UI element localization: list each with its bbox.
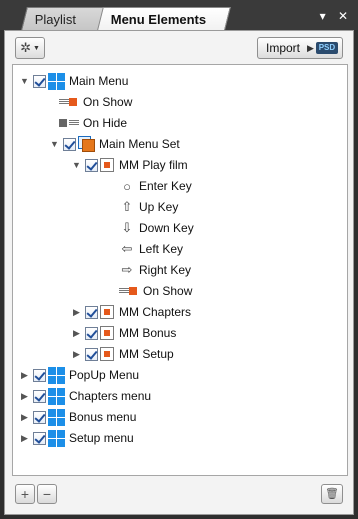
expanded-arrow-icon[interactable]: ▼ xyxy=(71,160,82,170)
tree-item-label: Right Key xyxy=(139,263,192,277)
tree-item-mm-setup[interactable]: ▶ MM Setup xyxy=(71,344,174,364)
collapsed-arrow-icon[interactable]: ▶ xyxy=(19,412,30,423)
tree-item-label: MM Setup xyxy=(119,347,174,361)
add-button[interactable]: + xyxy=(15,484,35,504)
menu-icon xyxy=(48,366,65,384)
button-icon xyxy=(100,305,114,319)
tree-item-label: Enter Key xyxy=(139,179,192,193)
collapsed-arrow-icon[interactable]: ▶ xyxy=(71,307,82,318)
menu-tree[interactable]: ▼ Main Menu On Show On Hide ▼ Main Menu … xyxy=(12,64,348,476)
chevron-down-icon: ▼ xyxy=(32,44,40,52)
close-icon[interactable]: ✕ xyxy=(338,9,348,23)
arrow-up-icon: ⇧ xyxy=(121,199,133,214)
tree-item-label: On Show xyxy=(143,284,193,298)
tab-playlist-label: Playlist xyxy=(34,12,76,27)
tree-item-mm-bonus[interactable]: ▶ MM Bonus xyxy=(71,323,176,343)
tree-item-label: Bonus menu xyxy=(69,410,137,424)
tree-item-label: Setup menu xyxy=(69,431,134,445)
tree-item-chapters-menu[interactable]: ▶ Chapters menu xyxy=(19,386,151,406)
checkbox[interactable] xyxy=(33,389,46,403)
tree-item-label: MM Chapters xyxy=(119,305,192,319)
button-icon xyxy=(100,347,114,361)
tree-item-bonus-menu[interactable]: ▶ Bonus menu xyxy=(19,407,136,427)
checkbox[interactable] xyxy=(33,368,46,382)
checkbox[interactable] xyxy=(33,410,46,424)
arrow-right-icon: ⇨ xyxy=(121,262,133,277)
menu-icon xyxy=(48,387,65,405)
on-hide-icon xyxy=(59,119,79,127)
tree-item-main-menu[interactable]: ▼ Main Menu xyxy=(19,71,128,91)
circle-icon: ○ xyxy=(123,178,131,194)
tab-menu-elements[interactable]: Menu Elements xyxy=(97,7,231,30)
tree-item-label: MM Bonus xyxy=(119,326,177,340)
import-label: Import xyxy=(266,41,301,55)
tree-item-on-show-2[interactable]: On Show xyxy=(119,281,192,301)
checkbox[interactable] xyxy=(33,431,46,445)
arrow-left-icon: ⇦ xyxy=(121,241,133,256)
tree-item-label: Main Menu Set xyxy=(99,137,180,151)
tree-item-label: Down Key xyxy=(139,221,194,235)
menu-icon xyxy=(48,72,65,90)
chevron-down-icon[interactable]: ▾ xyxy=(320,9,326,23)
checkbox[interactable] xyxy=(85,326,98,340)
collapsed-arrow-icon[interactable]: ▶ xyxy=(71,349,82,360)
tree-item-main-menu-set[interactable]: ▼ Main Menu Set xyxy=(49,134,180,154)
tree-item-right-key[interactable]: ⇨ Right Key xyxy=(119,260,191,280)
tree-item-label: Left Key xyxy=(139,242,184,256)
menu-icon xyxy=(48,429,65,447)
tree-item-setup-menu[interactable]: ▶ Setup menu xyxy=(19,428,134,448)
window-controls: ▾ ✕ xyxy=(311,9,348,23)
expanded-arrow-icon[interactable]: ▼ xyxy=(19,76,30,86)
tree-item-down-key[interactable]: ⇩ Down Key xyxy=(119,218,194,238)
tab-strip: Playlist Menu Elements ▾ ✕ xyxy=(0,0,358,30)
collapsed-arrow-icon[interactable]: ▶ xyxy=(19,433,30,444)
trash-icon: 🗑 xyxy=(325,488,339,500)
tab-menu-elements-label: Menu Elements xyxy=(110,12,207,27)
play-arrow-icon: ▶ xyxy=(307,42,314,53)
tree-item-enter-key[interactable]: ○ Enter Key xyxy=(119,176,192,196)
button-icon xyxy=(100,326,114,340)
checkbox[interactable] xyxy=(33,74,46,88)
tree-item-label: Up Key xyxy=(139,200,179,214)
expanded-arrow-icon[interactable]: ▼ xyxy=(49,139,60,149)
bottom-toolbar: + − 🗑 xyxy=(5,474,353,514)
menu-set-icon xyxy=(78,136,95,152)
on-show-icon xyxy=(119,287,139,295)
on-show-icon xyxy=(59,98,79,106)
tree-item-mm-chapters[interactable]: ▶ MM Chapters xyxy=(71,302,191,322)
menu-icon xyxy=(48,408,65,426)
tree-item-label: Chapters menu xyxy=(69,389,152,403)
import-button[interactable]: Import ▶ PSD xyxy=(257,37,343,59)
plus-icon: + xyxy=(20,486,30,502)
checkbox[interactable] xyxy=(85,305,98,319)
tree-item-on-show[interactable]: On Show xyxy=(59,92,132,112)
collapsed-arrow-icon[interactable]: ▶ xyxy=(71,328,82,339)
collapsed-arrow-icon[interactable]: ▶ xyxy=(19,370,30,381)
tree-item-label: Main Menu xyxy=(69,74,129,88)
checkbox[interactable] xyxy=(85,347,98,361)
menu-elements-panel: ✲ ▼ Import ▶ PSD ▼ Main Menu On Show On … xyxy=(4,30,354,515)
button-icon xyxy=(100,158,114,172)
tree-item-label: On Hide xyxy=(83,116,128,130)
delete-button[interactable]: 🗑 xyxy=(321,484,343,504)
tree-item-on-hide[interactable]: On Hide xyxy=(59,113,127,133)
tree-item-label: PopUp Menu xyxy=(69,368,140,382)
toolbar: ✲ ▼ Import ▶ PSD xyxy=(5,31,353,63)
tree-item-label: On Show xyxy=(83,95,133,109)
checkbox[interactable] xyxy=(63,137,76,151)
tree-item-left-key[interactable]: ⇦ Left Key xyxy=(119,239,183,259)
remove-button[interactable]: − xyxy=(37,484,57,504)
arrow-down-icon: ⇩ xyxy=(121,220,133,235)
settings-button[interactable]: ✲ ▼ xyxy=(15,37,45,59)
tree-item-mm-play-film[interactable]: ▼ MM Play film xyxy=(71,155,188,175)
gear-icon: ✲ xyxy=(20,40,31,55)
psd-badge-icon: PSD xyxy=(315,42,338,54)
tree-item-up-key[interactable]: ⇧ Up Key xyxy=(119,197,179,217)
collapsed-arrow-icon[interactable]: ▶ xyxy=(19,391,30,402)
minus-icon: − xyxy=(42,486,52,502)
tree-item-popup-menu[interactable]: ▶ PopUp Menu xyxy=(19,365,139,385)
checkbox[interactable] xyxy=(85,158,98,172)
tree-item-label: MM Play film xyxy=(119,158,188,172)
